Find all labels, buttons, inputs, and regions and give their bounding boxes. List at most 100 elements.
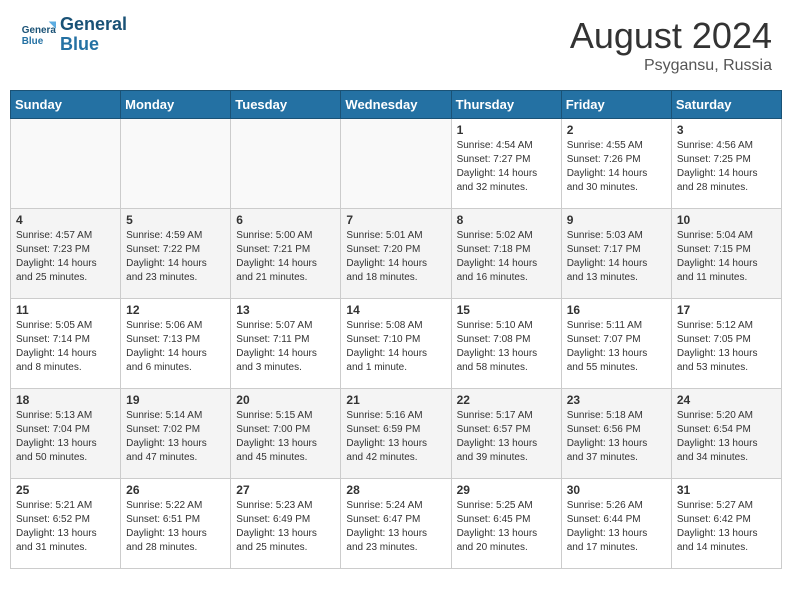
calendar-cell: 7 Sunrise: 5:01 AMSunset: 7:20 PMDaylight… [341, 209, 451, 299]
calendar-cell: 13 Sunrise: 5:07 AMSunset: 7:11 PMDayligh… [231, 299, 341, 389]
title-area: August 2024 Psygansu, Russia [570, 15, 772, 75]
day-number: 7 [346, 213, 445, 227]
cell-content: Sunrise: 4:59 AMSunset: 7:22 PMDaylight:… [126, 229, 225, 285]
calendar-cell: 24 Sunrise: 5:20 AMSunset: 6:54 PMDayligh… [671, 389, 781, 479]
day-number: 9 [567, 213, 666, 227]
cell-content: Sunrise: 4:56 AMSunset: 7:25 PMDaylight:… [677, 139, 776, 195]
weekday-header-wednesday: Wednesday [341, 91, 451, 119]
calendar-cell: 9 Sunrise: 5:03 AMSunset: 7:17 PMDaylight… [561, 209, 671, 299]
location-title: Psygansu, Russia [570, 57, 772, 75]
calendar-cell: 10Sunrise: 5:04 AMSunset: 7:15 PMDayligh… [671, 209, 781, 299]
cell-content: Sunrise: 5:26 AMSunset: 6:44 PMDaylight:… [567, 499, 666, 555]
cell-content: Sunrise: 5:07 AMSunset: 7:11 PMDaylight:… [236, 319, 335, 375]
cell-content: Sunrise: 5:04 AMSunset: 7:15 PMDaylight:… [677, 229, 776, 285]
day-number: 26 [126, 483, 225, 497]
cell-content: Sunrise: 5:25 AMSunset: 6:45 PMDaylight:… [457, 499, 556, 555]
cell-content: Sunrise: 5:05 AMSunset: 7:14 PMDaylight:… [16, 319, 115, 375]
month-title: August 2024 [570, 15, 772, 57]
day-number: 20 [236, 393, 335, 407]
svg-text:General: General [22, 25, 56, 36]
day-number: 25 [16, 483, 115, 497]
cell-content: Sunrise: 5:15 AMSunset: 7:00 PMDaylight:… [236, 409, 335, 465]
calendar-cell: 1 Sunrise: 4:54 AMSunset: 7:27 PMDaylight… [451, 119, 561, 209]
calendar-body: 1 Sunrise: 4:54 AMSunset: 7:27 PMDaylight… [11, 119, 782, 569]
day-number: 30 [567, 483, 666, 497]
calendar-cell [231, 119, 341, 209]
calendar-cell: 4 Sunrise: 4:57 AMSunset: 7:23 PMDaylight… [11, 209, 121, 299]
cell-content: Sunrise: 5:02 AMSunset: 7:18 PMDaylight:… [457, 229, 556, 285]
calendar-cell: 31 Sunrise: 5:27 AMSunset: 6:42 PMDayligh… [671, 479, 781, 569]
calendar-week-row: 25Sunrise: 5:21 AMSunset: 6:52 PMDayligh… [11, 479, 782, 569]
cell-content: Sunrise: 4:54 AMSunset: 7:27 PMDaylight:… [457, 139, 556, 195]
day-number: 1 [457, 123, 556, 137]
calendar-cell [341, 119, 451, 209]
calendar-cell: 8 Sunrise: 5:02 AMSunset: 7:18 PMDaylight… [451, 209, 561, 299]
logo-text-general: General [60, 15, 127, 35]
day-number: 12 [126, 303, 225, 317]
day-number: 24 [677, 393, 776, 407]
calendar-cell: 6 Sunrise: 5:00 AMSunset: 7:21 PMDaylight… [231, 209, 341, 299]
calendar-cell: 22 Sunrise: 5:17 AMSunset: 6:57 PMDayligh… [451, 389, 561, 479]
calendar-cell: 5 Sunrise: 4:59 AMSunset: 7:22 PMDaylight… [121, 209, 231, 299]
calendar-cell: 26 Sunrise: 5:22 AMSunset: 6:51 PMDayligh… [121, 479, 231, 569]
calendar-cell: 19 Sunrise: 5:14 AMSunset: 7:02 PMDayligh… [121, 389, 231, 479]
day-number: 17 [677, 303, 776, 317]
day-number: 11 [16, 303, 115, 317]
logo-icon: General Blue [20, 17, 56, 53]
day-number: 21 [346, 393, 445, 407]
day-number: 8 [457, 213, 556, 227]
calendar-cell: 23Sunrise: 5:18 AMSunset: 6:56 PMDayligh… [561, 389, 671, 479]
calendar-cell: 21 Sunrise: 5:16 AMSunset: 6:59 PMDayligh… [341, 389, 451, 479]
calendar-cell: 27Sunrise: 5:23 AMSunset: 6:49 PMDayligh… [231, 479, 341, 569]
calendar-week-row: 11 Sunrise: 5:05 AMSunset: 7:14 PMDayligh… [11, 299, 782, 389]
day-number: 19 [126, 393, 225, 407]
cell-content: Sunrise: 4:57 AMSunset: 7:23 PMDaylight:… [16, 229, 115, 285]
calendar-cell: 14Sunrise: 5:08 AMSunset: 7:10 PMDayligh… [341, 299, 451, 389]
weekday-header-monday: Monday [121, 91, 231, 119]
day-number: 15 [457, 303, 556, 317]
cell-content: Sunrise: 5:01 AMSunset: 7:20 PMDaylight:… [346, 229, 445, 285]
calendar-cell: 16Sunrise: 5:11 AMSunset: 7:07 PMDayligh… [561, 299, 671, 389]
calendar-cell: 15 Sunrise: 5:10 AMSunset: 7:08 PMDayligh… [451, 299, 561, 389]
calendar-cell: 30 Sunrise: 5:26 AMSunset: 6:44 PMDayligh… [561, 479, 671, 569]
cell-content: Sunrise: 5:13 AMSunset: 7:04 PMDaylight:… [16, 409, 115, 465]
weekday-header-tuesday: Tuesday [231, 91, 341, 119]
day-number: 6 [236, 213, 335, 227]
cell-content: Sunrise: 5:00 AMSunset: 7:21 PMDaylight:… [236, 229, 335, 285]
calendar-cell [11, 119, 121, 209]
calendar-week-row: 1 Sunrise: 4:54 AMSunset: 7:27 PMDaylight… [11, 119, 782, 209]
cell-content: Sunrise: 5:14 AMSunset: 7:02 PMDaylight:… [126, 409, 225, 465]
cell-content: Sunrise: 5:03 AMSunset: 7:17 PMDaylight:… [567, 229, 666, 285]
calendar-cell: 18Sunrise: 5:13 AMSunset: 7:04 PMDayligh… [11, 389, 121, 479]
day-number: 22 [457, 393, 556, 407]
calendar-cell: 12Sunrise: 5:06 AMSunset: 7:13 PMDayligh… [121, 299, 231, 389]
cell-content: Sunrise: 5:16 AMSunset: 6:59 PMDaylight:… [346, 409, 445, 465]
cell-content: Sunrise: 5:10 AMSunset: 7:08 PMDaylight:… [457, 319, 556, 375]
calendar-cell: 29Sunrise: 5:25 AMSunset: 6:45 PMDayligh… [451, 479, 561, 569]
day-number: 14 [346, 303, 445, 317]
cell-content: Sunrise: 4:55 AMSunset: 7:26 PMDaylight:… [567, 139, 666, 195]
cell-content: Sunrise: 5:22 AMSunset: 6:51 PMDaylight:… [126, 499, 225, 555]
svg-text:Blue: Blue [22, 36, 44, 47]
cell-content: Sunrise: 5:27 AMSunset: 6:42 PMDaylight:… [677, 499, 776, 555]
cell-content: Sunrise: 5:20 AMSunset: 6:54 PMDaylight:… [677, 409, 776, 465]
day-number: 16 [567, 303, 666, 317]
day-number: 31 [677, 483, 776, 497]
logo: General Blue General Blue [20, 15, 127, 55]
day-number: 27 [236, 483, 335, 497]
cell-content: Sunrise: 5:12 AMSunset: 7:05 PMDaylight:… [677, 319, 776, 375]
calendar-week-row: 18Sunrise: 5:13 AMSunset: 7:04 PMDayligh… [11, 389, 782, 479]
calendar-cell: 11 Sunrise: 5:05 AMSunset: 7:14 PMDayligh… [11, 299, 121, 389]
calendar-cell: 25Sunrise: 5:21 AMSunset: 6:52 PMDayligh… [11, 479, 121, 569]
day-number: 4 [16, 213, 115, 227]
calendar-cell: 28Sunrise: 5:24 AMSunset: 6:47 PMDayligh… [341, 479, 451, 569]
cell-content: Sunrise: 5:24 AMSunset: 6:47 PMDaylight:… [346, 499, 445, 555]
logo-text-blue: Blue [60, 35, 127, 55]
cell-content: Sunrise: 5:17 AMSunset: 6:57 PMDaylight:… [457, 409, 556, 465]
calendar-week-row: 4 Sunrise: 4:57 AMSunset: 7:23 PMDaylight… [11, 209, 782, 299]
calendar-cell: 3Sunrise: 4:56 AMSunset: 7:25 PMDaylight… [671, 119, 781, 209]
calendar-table: SundayMondayTuesdayWednesdayThursdayFrid… [10, 90, 782, 569]
day-number: 13 [236, 303, 335, 317]
weekday-header-friday: Friday [561, 91, 671, 119]
day-number: 5 [126, 213, 225, 227]
